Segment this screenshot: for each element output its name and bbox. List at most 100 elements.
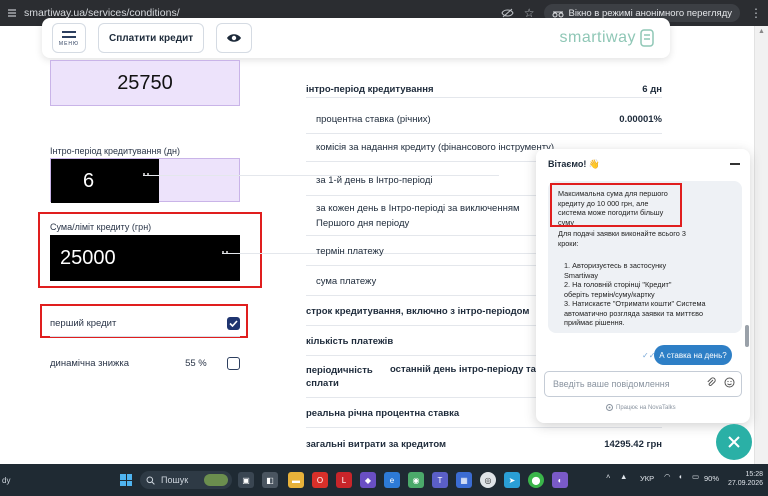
- scroll-up-icon[interactable]: ▲: [758, 28, 765, 35]
- task-view-icon[interactable]: ▣: [238, 472, 254, 488]
- powered-by[interactable]: Працює на NovaTalks: [606, 404, 676, 411]
- first-credit-checkbox[interactable]: [227, 316, 240, 330]
- chat-scrollbar[interactable]: [745, 325, 749, 347]
- chat-input-placeholder: Введіть ваше повідомлення: [553, 379, 670, 389]
- dynamic-discount-value: 55 %: [185, 357, 207, 369]
- logo-text: smartiway: [559, 29, 636, 46]
- table-row-label: процентна ставка (річних): [316, 114, 431, 125]
- app-icon-10[interactable]: ▦: [456, 472, 472, 488]
- powered-by-label: Працює на NovaTalks: [616, 404, 676, 411]
- incognito-label: Вікно в режимі анонімного перегляду: [568, 7, 732, 19]
- table-row: загальні витрати за кредитом 14295.42 гр…: [306, 430, 662, 458]
- table-row-label: реальна річна процентна ставка: [306, 408, 460, 419]
- tray-chevron-icon[interactable]: ˄: [606, 472, 610, 481]
- taskbar-left-text: dy: [2, 476, 11, 485]
- divider: [50, 336, 240, 337]
- dynamic-discount-checkbox[interactable]: [227, 356, 240, 370]
- checkmark-icon: [229, 319, 238, 327]
- chat-close-button[interactable]: [716, 424, 752, 460]
- user-message: А ставка на день?: [654, 345, 732, 365]
- tray-app-icon[interactable]: ▲: [620, 472, 627, 481]
- site-header: МЕНЮ Сплатити кредит smartiway: [42, 18, 670, 58]
- credit-sum-label: Сума/ліміт кредиту (грн): [50, 222, 152, 232]
- table-row-label: за кожен день в Інтро-періоді за виключе…: [316, 203, 520, 229]
- bot-message-step: 2. На головній сторінці "Кредит" оберіть…: [564, 280, 672, 299]
- battery-icon[interactable]: ▭: [692, 472, 699, 481]
- table-row-value: 6 дн: [642, 84, 662, 95]
- chat-header: Вітаємо! 👋: [536, 149, 750, 179]
- eye-icon: [227, 34, 242, 42]
- table-row-label: сума платежу: [316, 276, 377, 287]
- minimize-icon[interactable]: [730, 163, 740, 165]
- close-icon: [728, 436, 740, 448]
- table-row-label: строк кредитування, включно з інтро-пері…: [306, 306, 530, 317]
- telegram-icon[interactable]: ➤: [504, 472, 520, 488]
- app-icon-13[interactable]: ⬤: [528, 472, 544, 488]
- table-row-label: загальні витрати за кредитом: [306, 438, 447, 450]
- table-row-label: комісія за надання кредиту (фінансового …: [316, 142, 555, 153]
- intro-period-field: 6: [50, 158, 499, 203]
- eye-off-icon[interactable]: [501, 8, 514, 18]
- chrome-icon[interactable]: ◎: [480, 472, 496, 488]
- first-credit-row[interactable]: перший кредит: [50, 313, 240, 333]
- first-credit-label: перший кредит: [50, 317, 117, 329]
- volume-icon[interactable]: ◖: [678, 472, 683, 481]
- bot-message-step: 3. Натискаєте "Отримати кошти" Система а…: [564, 299, 706, 328]
- app-l-icon[interactable]: L: [336, 472, 352, 488]
- app-icon-1[interactable]: ◧: [262, 472, 278, 488]
- windows-start-icon[interactable]: [120, 474, 132, 486]
- attach-icon[interactable]: [706, 377, 716, 391]
- app-icon-6[interactable]: ◆: [360, 472, 376, 488]
- wifi-icon[interactable]: ◠: [664, 472, 671, 481]
- intro-period-input[interactable]: 6: [51, 159, 159, 203]
- chat-message-input[interactable]: Введіть ваше повідомлення: [544, 371, 742, 397]
- site-info-icon[interactable]: [4, 5, 20, 21]
- search-highlight-image: [204, 474, 228, 486]
- table-row-label: термін платежу: [316, 246, 384, 257]
- opera-icon[interactable]: O: [312, 472, 328, 488]
- menu-bar-icon: [62, 31, 76, 33]
- visibility-toggle-button[interactable]: [216, 23, 253, 53]
- edge-icon[interactable]: e: [384, 472, 400, 488]
- intro-period-value: 6: [83, 169, 95, 192]
- battery-percent: 90%: [704, 474, 720, 483]
- emoji-icon[interactable]: [724, 377, 735, 391]
- menu-button[interactable]: МЕНЮ: [52, 23, 86, 53]
- app-icon-8[interactable]: ◉: [408, 472, 424, 488]
- search-icon: [146, 476, 155, 485]
- table-row-label: інтро-період кредитування: [306, 84, 434, 95]
- novatalks-icon: [606, 404, 613, 411]
- amount-display: 25750: [50, 60, 240, 106]
- smartiway-logo[interactable]: smartiway: [559, 29, 654, 47]
- teams-icon[interactable]: T: [432, 472, 448, 488]
- credit-sum-input[interactable]: 25000: [50, 235, 240, 281]
- clock[interactable]: 15:28 27.09.2026: [728, 470, 763, 488]
- table-row-extra: останній день інтро-періоду та і: [390, 364, 542, 375]
- highlight-bot-message: [550, 183, 682, 227]
- table-row-value: 14295.42 грн: [604, 438, 662, 450]
- taskbar-search-label: Пошук: [161, 475, 189, 485]
- file-explorer-icon[interactable]: ▬: [288, 472, 304, 488]
- pay-credit-button[interactable]: Сплатити кредит: [98, 23, 205, 53]
- logo-mark-icon: [640, 29, 654, 47]
- chat-greeting: Вітаємо! 👋: [548, 158, 601, 169]
- windows-taskbar: dy Пошук ▣ ◧ ▬ O L ◆ e ◉ T ▦ ◎ ➤ ⬤ ◐ ˄ ▲…: [0, 464, 768, 496]
- page-scrollbar[interactable]: ▲: [754, 26, 768, 464]
- table-row: процентна ставка (річних) 0.00001%: [306, 106, 662, 134]
- taskbar-search[interactable]: Пошук: [140, 471, 232, 489]
- dynamic-discount-row[interactable]: динамічна знижка 55 %: [50, 353, 240, 373]
- dynamic-discount-label: динамічна знижка: [50, 357, 130, 369]
- table-row-label: періодичність сплати: [306, 365, 373, 390]
- bot-message-intro: Для подачі заявки виконайте всього 3 кро…: [558, 229, 686, 248]
- menu-bar-icon: [62, 36, 76, 38]
- credit-sum-value: 25000: [60, 246, 116, 269]
- app-icon-14[interactable]: ◐: [552, 472, 568, 488]
- intro-period-label: Інтро-період кредитування (дн): [50, 146, 181, 156]
- more-options-icon[interactable]: ⋮: [750, 6, 762, 20]
- menu-label: МЕНЮ: [58, 40, 80, 47]
- table-row-value: 0.00001%: [619, 114, 662, 125]
- incognito-icon: [552, 11, 564, 17]
- table-row: інтро-період кредитування 6 дн: [306, 82, 662, 98]
- table-row-label: кількість платежів: [306, 336, 394, 347]
- language-indicator[interactable]: УКР: [640, 474, 654, 483]
